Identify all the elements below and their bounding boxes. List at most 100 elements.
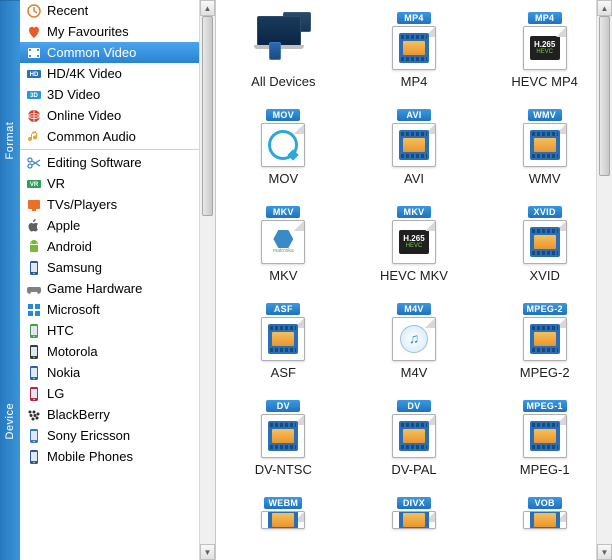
- sidebar-item-lg[interactable]: LG: [20, 383, 215, 404]
- file-icon: [392, 414, 436, 458]
- gamepad-icon: [26, 281, 42, 297]
- file-icon: [523, 123, 567, 167]
- format-item-wmv[interactable]: WMV WMV: [481, 105, 608, 190]
- sidebar-item-game-hardware[interactable]: Game Hardware: [20, 278, 215, 299]
- file-icon: [261, 123, 305, 167]
- sidebar-item-samsung[interactable]: Samsung: [20, 257, 215, 278]
- format-icon: WMV: [509, 109, 581, 167]
- file-icon: [523, 317, 567, 361]
- format-badge: MPEG-2: [523, 303, 567, 315]
- format-item-mkv[interactable]: MKVmatroskaMKV: [220, 202, 347, 287]
- format-item-avi[interactable]: AVIAVI: [351, 105, 478, 190]
- sidebar-item-tvs-players[interactable]: TVs/Players: [20, 194, 215, 215]
- sidebar-item-sony-ericsson[interactable]: Sony Ericsson: [20, 425, 215, 446]
- sidebar-item-label: Samsung: [47, 260, 102, 275]
- format-icon: MP4H.265HEVC: [509, 12, 581, 70]
- main-scrollbar[interactable]: ▲ ▼: [596, 0, 612, 560]
- file-icon: [392, 317, 436, 361]
- format-badge: MKV: [397, 206, 431, 218]
- scroll-down-button[interactable]: ▼: [597, 544, 612, 560]
- tab-format[interactable]: Format: [0, 0, 20, 281]
- sidebar-item-apple[interactable]: Apple: [20, 215, 215, 236]
- format-item-hevc-mkv[interactable]: MKVH.265HEVCHEVC MKV: [351, 202, 478, 287]
- format-item-xvid[interactable]: XVIDXVID: [481, 202, 608, 287]
- format-badge: VOB: [528, 497, 562, 509]
- format-item-vob[interactable]: VOB: [481, 493, 608, 559]
- format-icon: MP4: [378, 12, 450, 70]
- phone-icon: [26, 428, 42, 444]
- sidebar-item-recent[interactable]: Recent: [20, 0, 215, 21]
- sidebar-item-label: Apple: [47, 218, 80, 233]
- blackberry-icon: [26, 407, 42, 423]
- format-item-asf[interactable]: ASFASF: [220, 299, 347, 384]
- sidebar-item-mobile-phones[interactable]: Mobile Phones: [20, 446, 215, 467]
- scrollbar-thumb[interactable]: [599, 16, 610, 176]
- format-item-mp4[interactable]: MP4MP4: [351, 8, 478, 93]
- file-icon: [392, 123, 436, 167]
- file-icon: H.265HEVC: [523, 26, 567, 70]
- format-item-mpeg-2[interactable]: MPEG-2 MPEG-2: [481, 299, 608, 384]
- sidebar-scrollbar[interactable]: ▲ ▼: [199, 0, 215, 560]
- format-item-m4v[interactable]: M4VM4V: [351, 299, 478, 384]
- scroll-up-button[interactable]: ▲: [597, 0, 612, 16]
- tab-device[interactable]: Device: [0, 281, 20, 560]
- format-label: DV-PAL: [391, 462, 436, 477]
- hd-badge-icon: HD: [26, 66, 42, 82]
- sidebar-item-common-video[interactable]: Common Video: [20, 42, 215, 63]
- sidebar-item-android[interactable]: Android: [20, 236, 215, 257]
- format-item-all-devices[interactable]: All Devices: [220, 8, 347, 93]
- vertical-tabs: Format Device: [0, 0, 20, 560]
- sidebar-item-htc[interactable]: HTC: [20, 320, 215, 341]
- sidebar-item-label: TVs/Players: [47, 197, 117, 212]
- sidebar-item-editing-software[interactable]: Editing Software: [20, 152, 215, 173]
- format-icon: DV: [378, 400, 450, 458]
- format-icon: ASF: [247, 303, 319, 361]
- format-icon: AVI: [378, 109, 450, 167]
- sidebar-item-blackberry[interactable]: BlackBerry: [20, 404, 215, 425]
- sidebar-item-motorola[interactable]: Motorola: [20, 341, 215, 362]
- sidebar-item-label: Microsoft: [47, 302, 100, 317]
- format-label: MKV: [269, 268, 297, 283]
- format-item-hevc-mp4[interactable]: MP4H.265HEVCHEVC MP4: [481, 8, 608, 93]
- file-icon: [392, 511, 436, 529]
- format-label: WMV: [529, 171, 561, 186]
- sidebar-item-label: HD/4K Video: [47, 66, 122, 81]
- format-item-dv-pal[interactable]: DV DV-PAL: [351, 396, 478, 481]
- format-label: MPEG-2: [520, 365, 570, 380]
- sidebar-item-label: Online Video: [47, 108, 121, 123]
- phone-icon: [26, 386, 42, 402]
- sidebar-item-label: VR: [47, 176, 65, 191]
- sidebar-item-3d-video[interactable]: 3D3D Video: [20, 84, 215, 105]
- sidebar-item-label: Game Hardware: [47, 281, 142, 296]
- sidebar-item-nokia[interactable]: Nokia: [20, 362, 215, 383]
- sidebar-item-microsoft[interactable]: Microsoft: [20, 299, 215, 320]
- film-icon: [26, 45, 42, 61]
- file-icon: [523, 414, 567, 458]
- scrollbar-thumb[interactable]: [202, 16, 213, 216]
- format-item-mov[interactable]: MOVMOV: [220, 105, 347, 190]
- format-icon: M4V: [378, 303, 450, 361]
- sidebar-item-label: Common Video: [47, 45, 136, 60]
- sidebar-item-favourites[interactable]: My Favourites: [20, 21, 215, 42]
- sidebar-item-label: BlackBerry: [47, 407, 110, 422]
- scroll-down-button[interactable]: ▼: [200, 544, 215, 560]
- format-item-mpeg-1[interactable]: MPEG-1MPEG-1: [481, 396, 608, 481]
- phone-icon: [26, 344, 42, 360]
- format-badge: M4V: [397, 303, 431, 315]
- format-item-dv-ntsc[interactable]: DVDV-NTSC: [220, 396, 347, 481]
- sidebar-item-online-video[interactable]: Online Video: [20, 105, 215, 126]
- format-grid-panel: All DevicesMP4MP4MP4H.265HEVCHEVC MP4 MOV…: [216, 0, 612, 560]
- format-icon: WEBM: [247, 497, 319, 555]
- format-item-webm[interactable]: WEBM: [220, 493, 347, 559]
- sidebar-item-common-audio[interactable]: Common Audio: [20, 126, 215, 147]
- format-badge: XVID: [528, 206, 562, 218]
- sidebar-item-hd-4k-video[interactable]: HD HD/4K Video: [20, 63, 215, 84]
- sidebar-item-label: 3D Video: [47, 87, 100, 102]
- format-item-divx[interactable]: DIVX: [351, 493, 478, 559]
- sidebar-item-vr[interactable]: VR VR: [20, 173, 215, 194]
- format-badge: MPEG-1: [523, 400, 567, 412]
- format-icon: [247, 12, 319, 70]
- svg-text:VR: VR: [30, 182, 39, 188]
- sidebar-item-label: Sony Ericsson: [47, 428, 130, 443]
- scroll-up-button[interactable]: ▲: [200, 0, 215, 16]
